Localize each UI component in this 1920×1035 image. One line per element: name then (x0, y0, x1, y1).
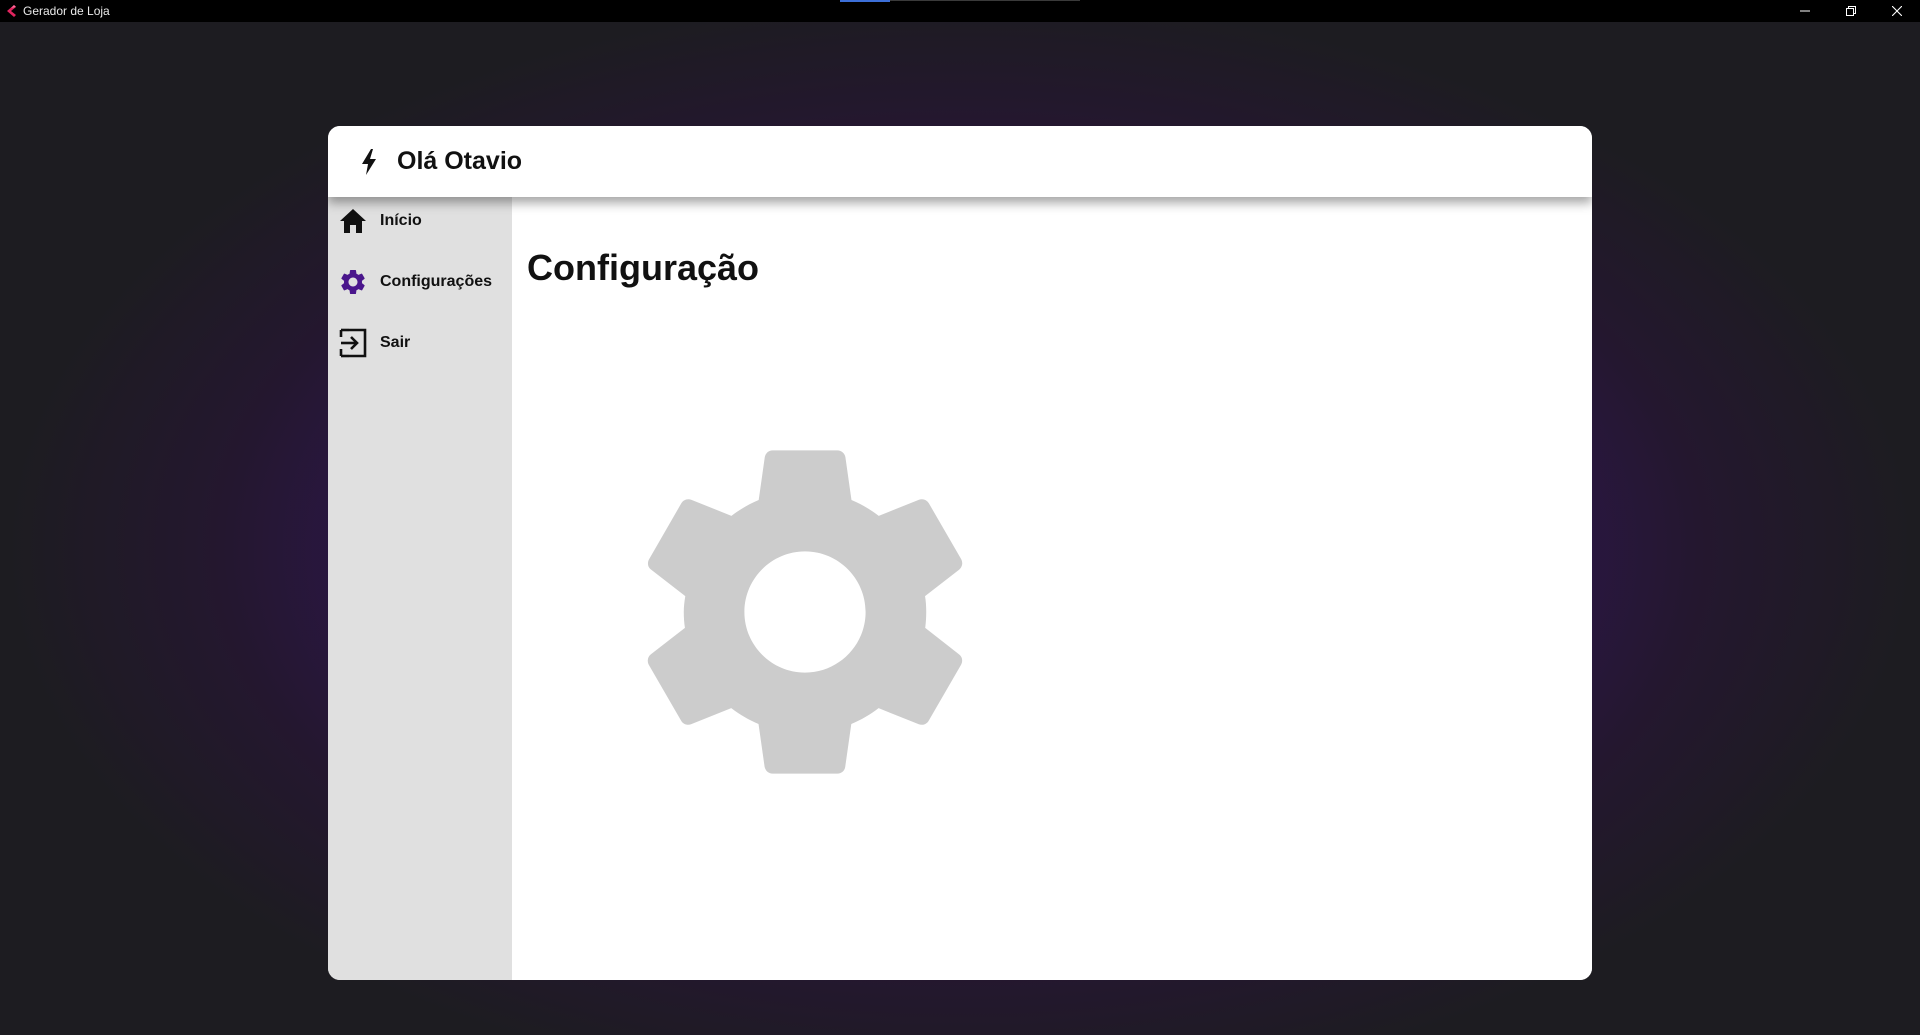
app-background: Olá Otavio Início Configurações Sair Con… (0, 22, 1920, 1035)
restore-button[interactable] (1828, 0, 1874, 22)
app-logo-icon (4, 4, 18, 18)
sidebar-item-label: Configurações (380, 273, 493, 290)
sidebar-item-label: Sair (380, 334, 411, 351)
minimize-button[interactable] (1782, 0, 1828, 22)
sidebar-item-sair[interactable]: Sair (328, 319, 512, 367)
main-content: Configuração (512, 197, 1592, 980)
taskbar-indicator-track (890, 0, 1080, 1)
app-header: Olá Otavio (328, 126, 1592, 197)
window-titlebar: Gerador de Loja (0, 0, 1920, 22)
sidebar-item-label: Início (380, 212, 422, 229)
restore-icon (1846, 6, 1856, 16)
close-icon (1892, 6, 1902, 16)
exit-icon (338, 328, 368, 358)
sidebar-item-configuracoes[interactable]: Configurações (328, 258, 512, 306)
page-title: Configuração (527, 247, 760, 288)
app-card: Olá Otavio Início Configurações Sair Con… (328, 126, 1592, 980)
sidebar-item-inicio[interactable]: Início (328, 197, 512, 245)
window-title: Gerador de Loja (23, 4, 110, 18)
minimize-icon (1800, 10, 1810, 12)
greeting-text: Olá Otavio (397, 147, 523, 175)
window-controls (1782, 0, 1920, 22)
settings-gear-icon (640, 447, 970, 777)
gear-icon (338, 267, 368, 297)
sidebar: Início Configurações Sair (328, 197, 512, 980)
taskbar-focus-indicator (840, 0, 890, 2)
home-icon (338, 206, 368, 236)
close-button[interactable] (1874, 0, 1920, 22)
bolt-icon (358, 147, 380, 177)
